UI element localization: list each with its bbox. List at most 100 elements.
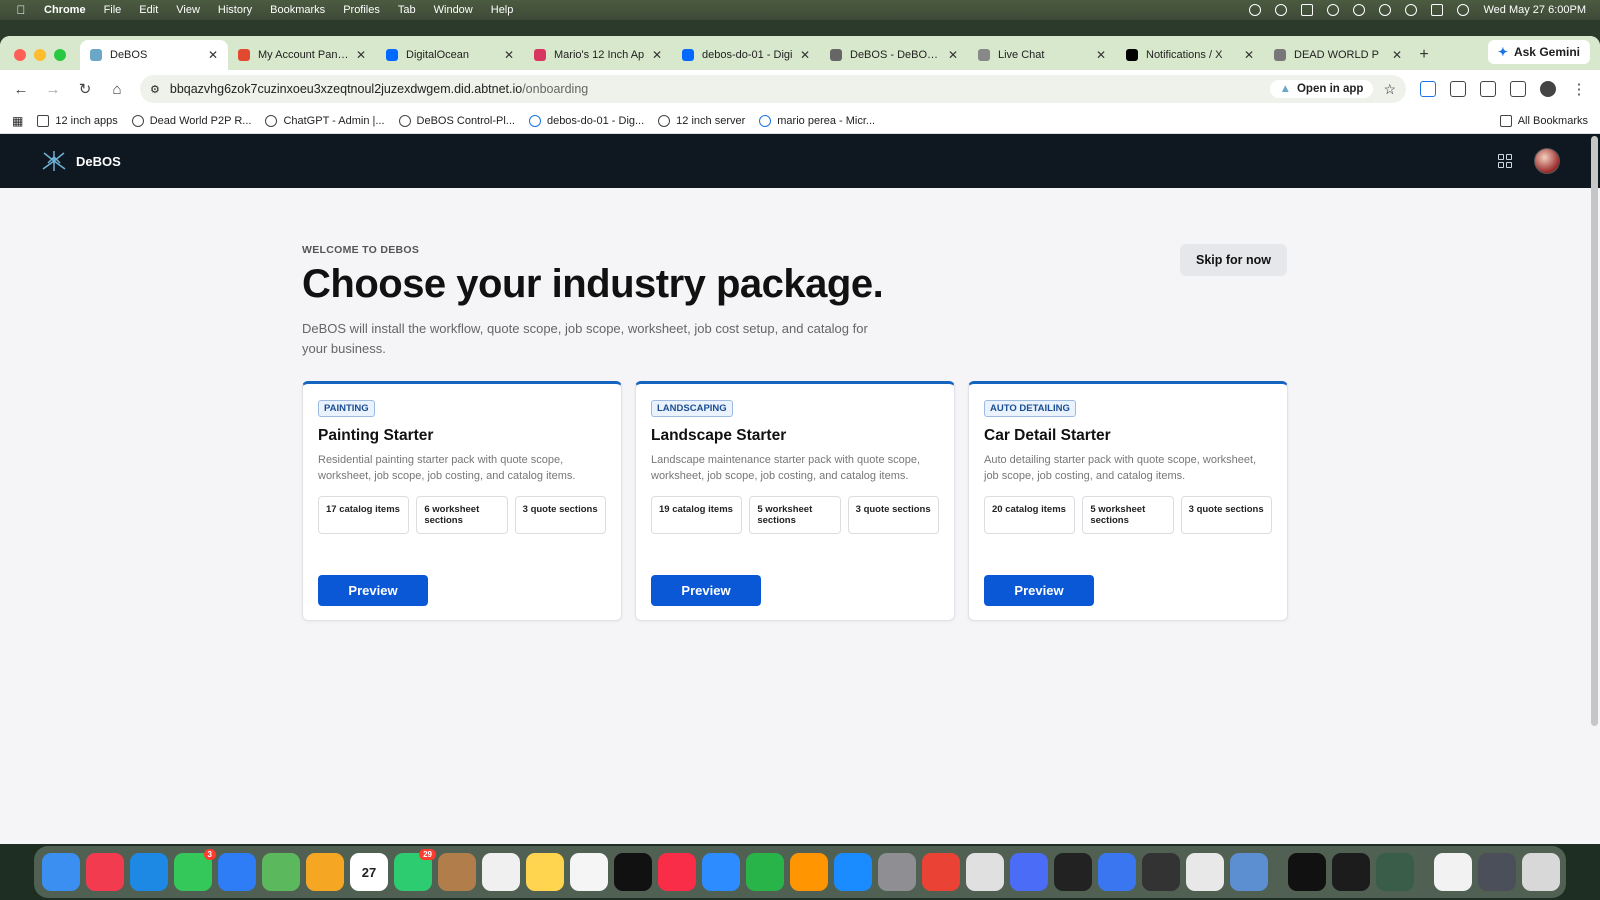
browser-tab[interactable]: debos-do-01 - Digi ✕ — [672, 40, 820, 70]
dock-news-icon[interactable] — [86, 853, 124, 891]
dock-music-icon[interactable] — [658, 853, 696, 891]
preview-button[interactable]: Preview — [318, 575, 428, 606]
search-icon[interactable] — [1405, 4, 1418, 16]
dock-finder-icon[interactable] — [42, 853, 80, 891]
tab-close-icon[interactable]: ✕ — [948, 48, 958, 62]
skip-for-now-button[interactable]: Skip for now — [1180, 244, 1287, 276]
minimize-window-button[interactable] — [34, 49, 46, 61]
ask-gemini-button[interactable]: ✦ Ask Gemini — [1487, 40, 1590, 64]
bookmark-item[interactable]: mario perea - Micr... — [759, 114, 875, 127]
new-tab-button[interactable]: + — [1412, 40, 1436, 70]
home-icon[interactable]: ⌂ — [108, 80, 126, 98]
dock-cube-app-icon[interactable] — [1054, 853, 1092, 891]
bookmark-item[interactable]: DeBOS Control-Pl... — [398, 114, 515, 127]
control-center-icon[interactable] — [1431, 4, 1444, 16]
dock-calculator-icon[interactable] — [1142, 853, 1180, 891]
preview-button[interactable]: Preview — [984, 575, 1094, 606]
dock-documents-icon[interactable] — [1434, 853, 1472, 891]
dock-keynote-icon[interactable] — [702, 853, 740, 891]
siri-icon[interactable] — [1457, 4, 1470, 16]
dock-preview-icon[interactable] — [1230, 853, 1268, 891]
bookmark-item[interactable]: debos-do-01 - Dig... — [528, 114, 644, 127]
menu-file[interactable]: File — [104, 4, 122, 16]
dock-debos-icon[interactable] — [1376, 853, 1414, 891]
menu-help[interactable]: Help — [491, 4, 514, 16]
open-in-app-button[interactable]: ▲ Open in app — [1269, 80, 1374, 98]
user-status-icon[interactable] — [1353, 4, 1366, 16]
bookmark-item[interactable]: ChatGPT - Admin |... — [265, 114, 385, 127]
page-scrollbar[interactable] — [1591, 136, 1598, 726]
menu-tab[interactable]: Tab — [398, 4, 416, 16]
apple-menu-icon[interactable]:  — [14, 3, 28, 17]
dock-reminders-icon[interactable] — [482, 853, 520, 891]
dock-trash-icon[interactable] — [1522, 853, 1560, 891]
bookmark-item[interactable]: 12 inch server — [658, 114, 745, 127]
tab-close-icon[interactable]: ✕ — [1392, 48, 1402, 62]
dock-chrome-icon[interactable] — [922, 853, 960, 891]
dock-facetime-icon[interactable]: 29 — [394, 849, 436, 891]
reading-list-icon[interactable] — [1510, 81, 1526, 97]
dock-safari-icon[interactable] — [130, 853, 168, 891]
dock-pages-icon[interactable] — [790, 853, 828, 891]
user-avatar[interactable] — [1534, 148, 1560, 174]
dock-tv-icon[interactable] — [614, 853, 652, 891]
dock-mail-icon[interactable] — [218, 853, 256, 891]
dock-freeform-icon[interactable] — [570, 853, 608, 891]
bookmark-item[interactable]: 12 inch apps — [37, 114, 118, 127]
dock-calendar-icon[interactable]: 27 — [350, 853, 388, 891]
dock-app-store-icon[interactable] — [834, 853, 872, 891]
dock-photos-icon[interactable] — [306, 853, 344, 891]
zoom-window-button[interactable] — [54, 49, 66, 61]
dock-ipad-app-icon[interactable] — [966, 853, 1004, 891]
play-icon[interactable] — [1327, 4, 1340, 16]
profile-avatar-icon[interactable] — [1540, 81, 1556, 97]
menu-edit[interactable]: Edit — [139, 4, 158, 16]
menu-bookmarks[interactable]: Bookmarks — [270, 4, 325, 16]
browser-tab[interactable]: DEAD WORLD P ✕ — [1264, 40, 1412, 70]
dock-contacts-icon[interactable] — [438, 853, 476, 891]
tab-close-icon[interactable]: ✕ — [1096, 48, 1106, 62]
all-bookmarks-button[interactable]: All Bookmarks — [1499, 114, 1588, 127]
site-settings-icon[interactable]: ⚙ — [150, 83, 160, 96]
back-arrow-icon[interactable]: ← — [12, 80, 30, 98]
tab-close-icon[interactable]: ✕ — [504, 48, 514, 62]
menu-view[interactable]: View — [176, 4, 200, 16]
wifi-off-icon[interactable] — [1379, 4, 1392, 16]
preview-button[interactable]: Preview — [651, 575, 761, 606]
status-app-icon[interactable] — [1249, 4, 1262, 16]
dock-notes-icon[interactable] — [526, 853, 564, 891]
tab-close-icon[interactable]: ✕ — [800, 48, 810, 62]
dock-numbers-icon[interactable] — [746, 853, 784, 891]
sparkle-icon[interactable] — [1275, 4, 1288, 16]
browser-tab[interactable]: Live Chat ✕ — [968, 40, 1116, 70]
dock-maps-icon[interactable] — [262, 853, 300, 891]
debos-logo[interactable]: DeBOS — [40, 149, 121, 173]
menu-history[interactable]: History — [218, 4, 252, 16]
menu-profiles[interactable]: Profiles — [343, 4, 380, 16]
menu-window[interactable]: Window — [434, 4, 473, 16]
shield-icon[interactable] — [1301, 4, 1314, 16]
browser-tab[interactable]: DeBOS ✕ — [80, 40, 228, 70]
dock-system-settings-icon[interactable] — [878, 853, 916, 891]
tab-close-icon[interactable]: ✕ — [208, 48, 218, 62]
tab-close-icon[interactable]: ✕ — [652, 48, 662, 62]
apps-grid-icon[interactable]: ▦ — [12, 114, 23, 128]
forward-arrow-icon[interactable]: → — [44, 80, 62, 98]
browser-tab[interactable]: Mario's 12 Inch Ap ✕ — [524, 40, 672, 70]
reload-icon[interactable]: ↻ — [76, 80, 94, 98]
dock-signal-icon[interactable] — [1098, 853, 1136, 891]
extension-blue-icon[interactable] — [1420, 81, 1436, 97]
browser-tab[interactable]: DigitalOcean ✕ — [376, 40, 524, 70]
dock-launchpad-icon[interactable] — [1186, 853, 1224, 891]
menu-app-name[interactable]: Chrome — [44, 4, 86, 16]
extensions-puzzle-icon[interactable] — [1450, 81, 1466, 97]
dock-screenshot-icon[interactable] — [1478, 853, 1516, 891]
menubar-clock[interactable]: Wed May 27 6:00PM — [1483, 4, 1586, 16]
dock-cube-app-2-icon[interactable] — [1332, 853, 1370, 891]
more-menu-icon[interactable]: ⋮ — [1570, 80, 1588, 98]
tab-close-icon[interactable]: ✕ — [356, 48, 366, 62]
dock-capcut-icon[interactable] — [1288, 853, 1326, 891]
tab-search-icon[interactable] — [1480, 81, 1496, 97]
dock-proton-vpn-icon[interactable] — [1010, 853, 1048, 891]
browser-tab[interactable]: My Account Panel - ✕ — [228, 40, 376, 70]
